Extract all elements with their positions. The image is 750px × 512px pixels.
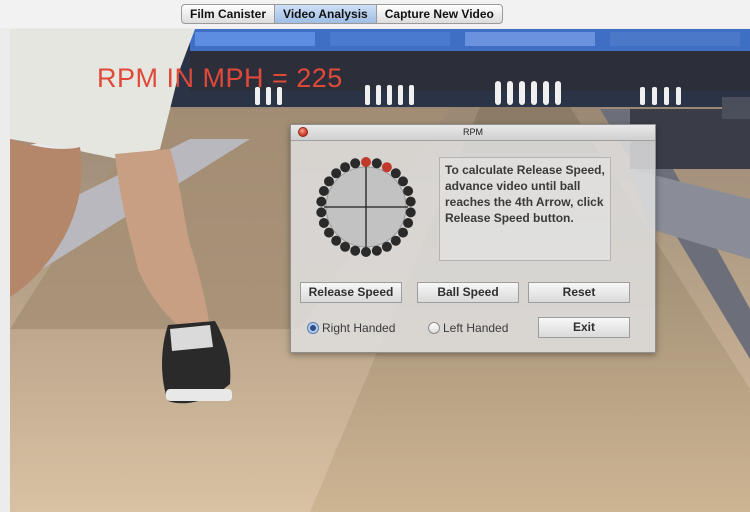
rpm-dial-icon (315, 155, 417, 259)
dial-marker (390, 235, 401, 246)
dialog-titlebar: RPM (291, 125, 655, 141)
dial-marker (371, 158, 382, 169)
view-segmented-control: Film Canister Video Analysis Capture New… (181, 4, 503, 24)
dial-marker (350, 245, 361, 256)
dial-marker (331, 168, 342, 179)
dial-marker (350, 158, 361, 169)
dial-marker (340, 241, 351, 252)
dial-marker (316, 207, 327, 218)
instructions-text: To calculate Release Speed, advance vide… (439, 157, 611, 261)
dial-marker (371, 245, 382, 256)
dial-marker (318, 218, 329, 228)
dial-marker (398, 176, 408, 187)
toolbar: Film Canister Video Analysis Capture New… (0, 0, 750, 28)
rpm-readout: RPM IN MPH = 225 (97, 63, 343, 93)
dial-marker (331, 235, 342, 246)
dial-marker (381, 241, 392, 252)
tab-video-analysis[interactable]: Video Analysis (275, 5, 377, 23)
ball-speed-button[interactable]: Ball Speed (417, 282, 519, 303)
reset-button[interactable]: Reset (528, 282, 630, 303)
right-handed-radio[interactable]: Right Handed (307, 319, 395, 337)
left-handed-radio[interactable]: Left Handed (428, 319, 508, 337)
close-icon[interactable] (298, 127, 308, 137)
dial-marker (324, 176, 334, 187)
rpm-dial (316, 157, 416, 257)
dial-marker (390, 168, 401, 179)
radio-icon (307, 322, 319, 334)
dial-marker-highlighted (381, 162, 392, 173)
dial-marker (403, 186, 414, 196)
dial-marker (361, 247, 371, 257)
dial-marker (318, 186, 329, 196)
dial-marker (316, 196, 327, 207)
dial-marker (403, 218, 414, 228)
dial-marker (324, 227, 334, 238)
rpm-dialog: RPM To calculate Release Speed, advance … (290, 124, 656, 353)
tab-film-canister[interactable]: Film Canister (182, 5, 276, 23)
radio-icon (428, 322, 440, 334)
dial-marker (340, 162, 351, 173)
right-handed-label: Right Handed (322, 321, 396, 335)
release-speed-button[interactable]: Release Speed (300, 282, 402, 303)
dial-marker (405, 207, 416, 218)
dial-marker-highlighted (361, 157, 371, 167)
left-handed-label: Left Handed (443, 321, 509, 335)
dial-marker (405, 196, 416, 207)
tab-capture-new-video[interactable]: Capture New Video (377, 5, 502, 23)
dial-marker (398, 227, 408, 238)
dialog-title: RPM (463, 127, 483, 137)
exit-button[interactable]: Exit (538, 317, 630, 338)
